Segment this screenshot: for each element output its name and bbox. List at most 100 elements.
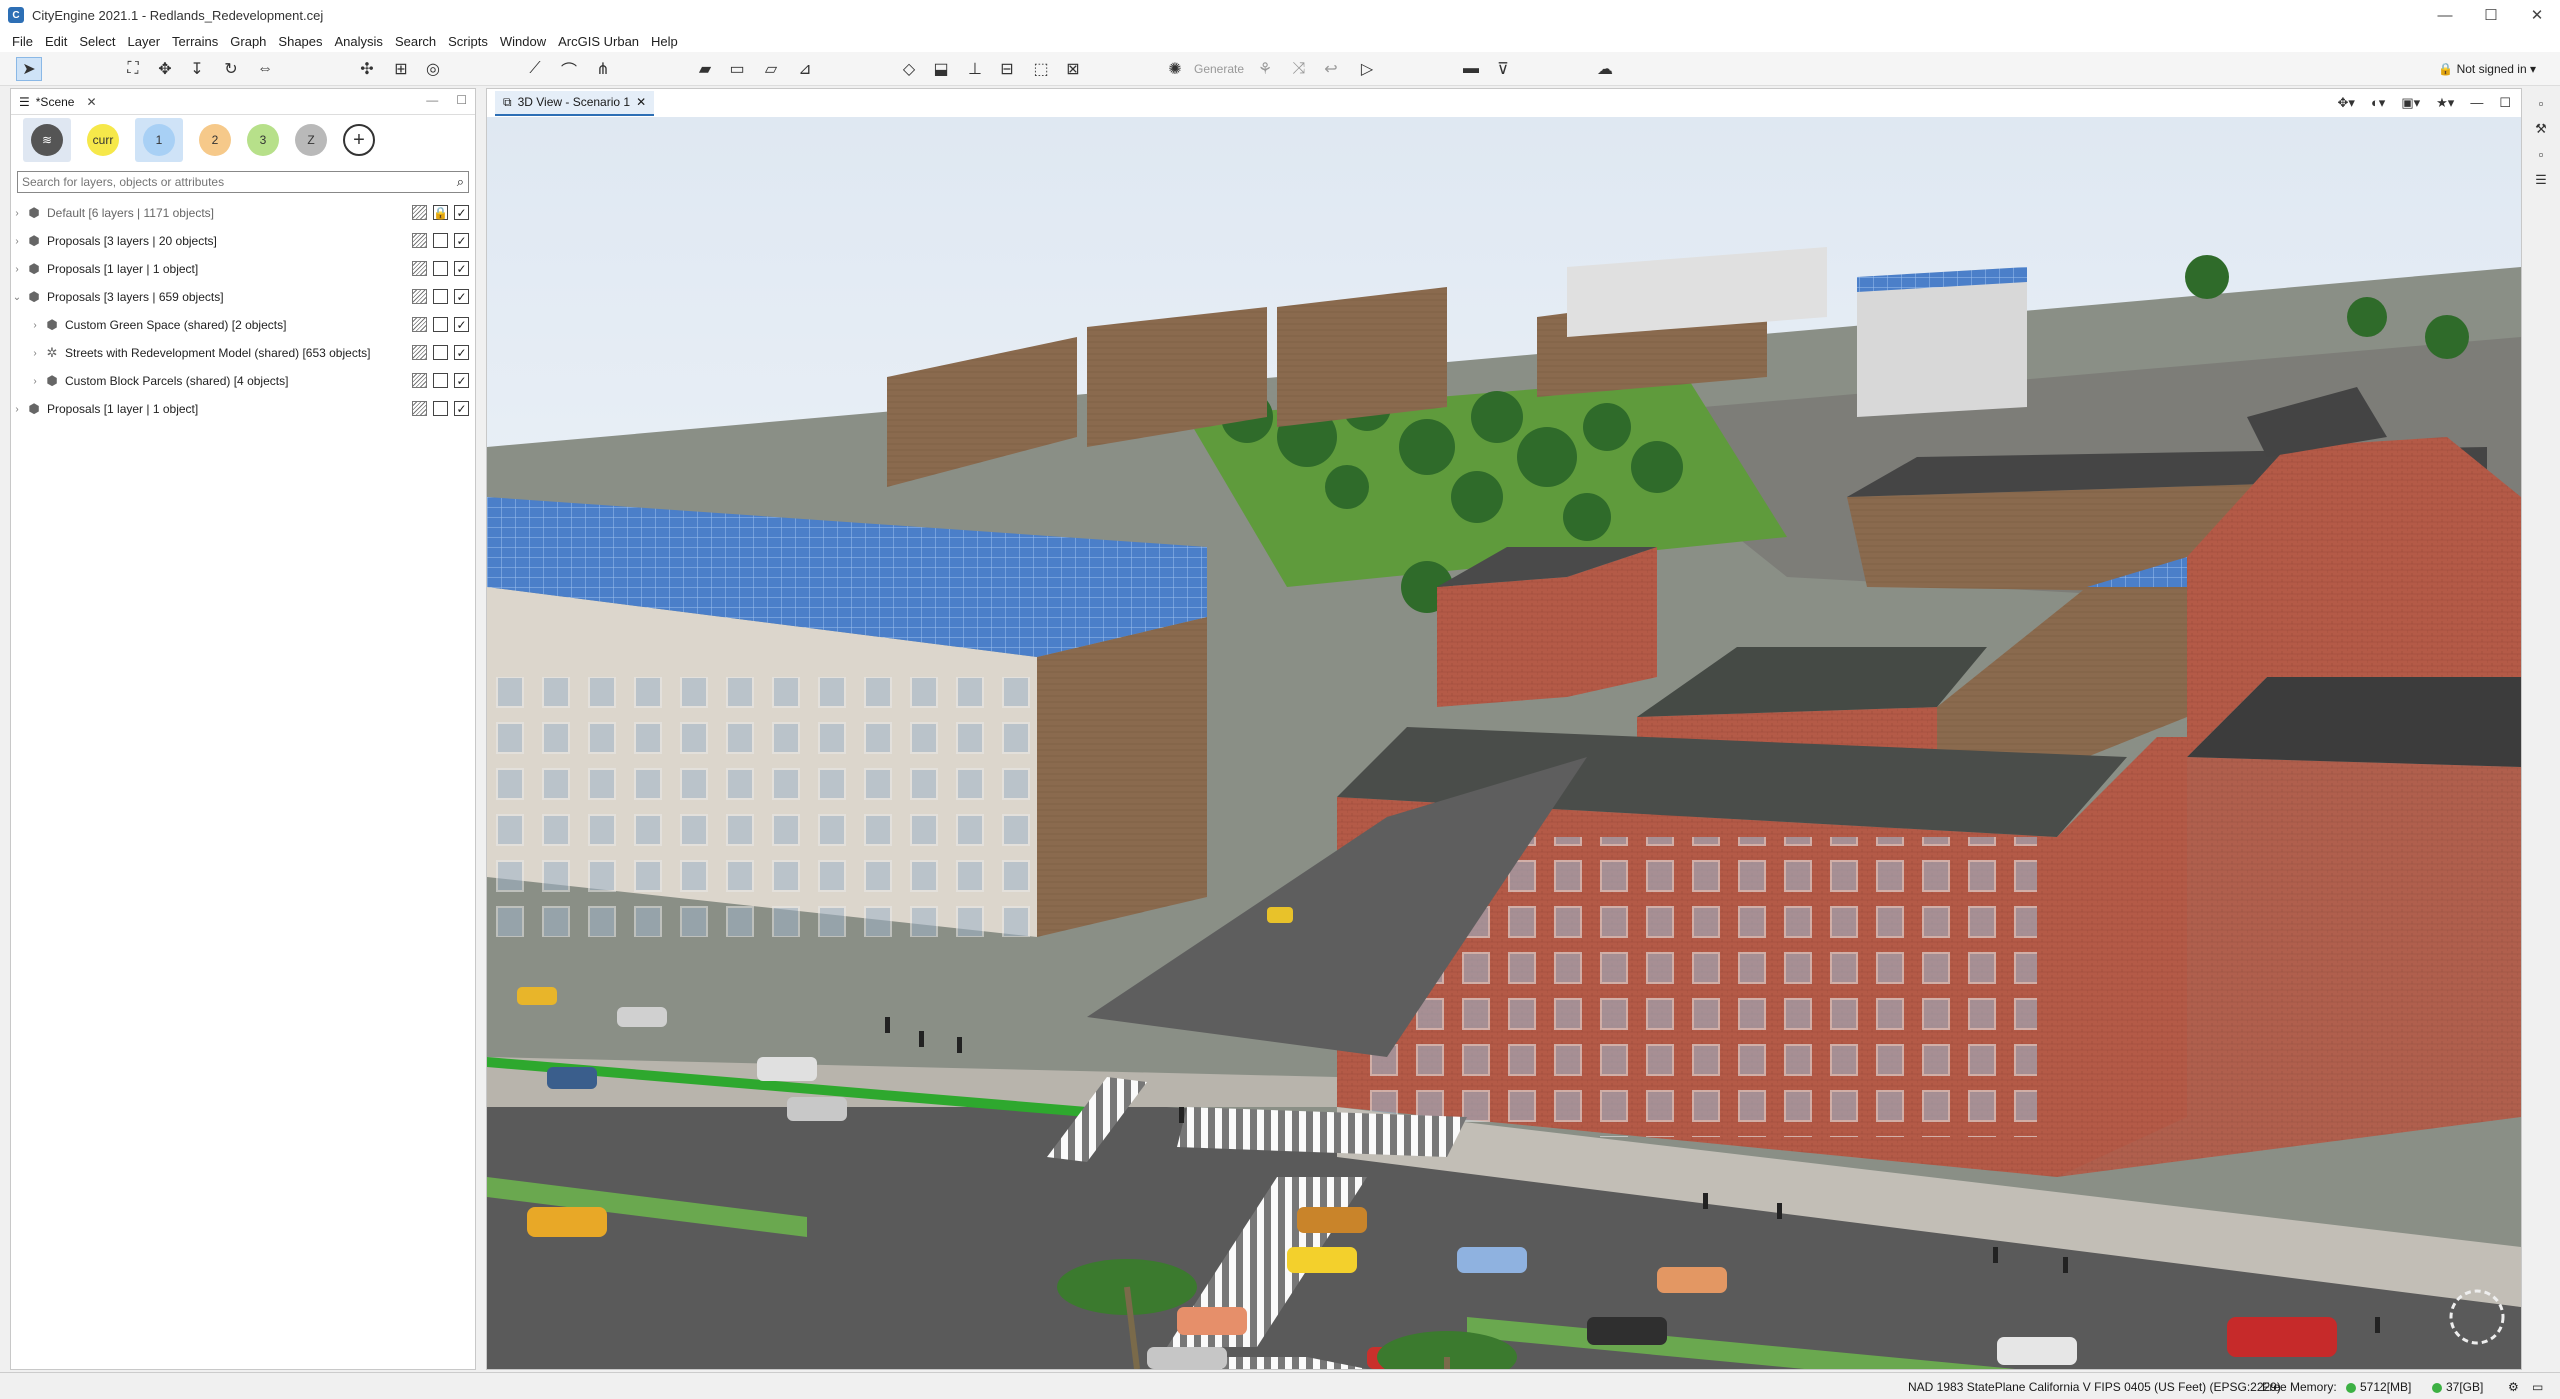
menu-edit[interactable]: Edit (39, 34, 73, 49)
menu-analysis[interactable]: Analysis (329, 34, 389, 49)
bookmarks-icon[interactable]: ★▾ (2436, 95, 2454, 111)
scenario-layers-toggle[interactable]: ≋ (23, 118, 71, 162)
scenario-2[interactable]: 2 (199, 124, 231, 156)
shape-push-icon[interactable]: ⬓ (928, 57, 954, 81)
expand-arrow-icon[interactable]: › (11, 404, 23, 415)
close-tab-icon[interactable]: ✕ (636, 95, 646, 109)
grow-streets-icon[interactable]: ⋔ (590, 57, 616, 81)
shape-subdivide-icon[interactable]: ⊠ (1060, 57, 1086, 81)
maximize-button[interactable]: ☐ (2468, 0, 2514, 30)
polygon-shape-icon[interactable]: ▰ (692, 57, 718, 81)
restore-panel-icon[interactable]: ▫ (2539, 96, 2544, 111)
visibility-checkbox[interactable]: ✓ (454, 289, 469, 304)
menu-layer[interactable]: Layer (122, 34, 167, 49)
hatch-icon[interactable] (412, 401, 427, 416)
update-seed-icon[interactable]: ⚘ (1252, 57, 1278, 81)
generate-label[interactable]: Generate (1194, 62, 1244, 76)
polygon-street-icon[interactable]: ⌒ (556, 57, 582, 81)
lock-checkbox[interactable] (433, 317, 448, 332)
orbit-icon[interactable]: ◎ (420, 57, 446, 81)
shape-cleanup-icon[interactable]: ⊟ (994, 57, 1020, 81)
scale-icon[interactable]: ⇔ (252, 57, 278, 81)
lock-checkbox[interactable] (433, 373, 448, 388)
status-window-icon[interactable]: ▭ (2532, 1380, 2543, 1394)
expand-arrow-icon[interactable]: › (29, 348, 41, 359)
menu-select[interactable]: Select (73, 34, 121, 49)
shape-offset-icon[interactable]: ⬚ (1028, 57, 1054, 81)
visibility-checkbox[interactable]: ✓ (454, 261, 469, 276)
minimize-view-icon[interactable]: — (2470, 95, 2483, 111)
random-seed-icon[interactable]: ⤨ (1286, 57, 1312, 81)
move-icon[interactable]: ✥ (152, 57, 178, 81)
frame-selection-icon[interactable]: ⛶ (120, 57, 146, 81)
measure-icon[interactable]: ▬ (1458, 57, 1484, 81)
hatch-icon[interactable] (412, 233, 427, 248)
close-button[interactable]: ✕ (2514, 0, 2560, 30)
menu-arcgis-urban[interactable]: ArcGIS Urban (552, 34, 645, 49)
minimize-panel-icon[interactable]: — (426, 93, 438, 107)
scenario-curr[interactable]: curr (87, 124, 119, 156)
select-tool-icon[interactable]: ➤ (16, 57, 42, 81)
menu-terrains[interactable]: Terrains (166, 34, 224, 49)
layer-search-input[interactable] (22, 175, 432, 189)
lock-checkbox[interactable] (433, 289, 448, 304)
hatch-icon[interactable] (412, 373, 427, 388)
lock-checkbox[interactable] (433, 401, 448, 416)
layer-row-default[interactable]: › ⬢ Default [6 layers | 1171 objects] 🔒 ✓ (11, 199, 475, 227)
minimize-button[interactable]: — (2422, 0, 2468, 30)
close-tab-icon[interactable]: ✕ (86, 95, 96, 109)
expand-arrow-icon[interactable]: › (11, 208, 23, 219)
collapse-arrow-icon[interactable]: ⌄ (11, 292, 23, 303)
reset-attributes-icon[interactable]: ↩ (1318, 57, 1344, 81)
menu-help[interactable]: Help (645, 34, 684, 49)
pan-icon[interactable]: ✣ (354, 57, 380, 81)
layer-row[interactable]: › ⬢ Proposals [3 layers | 20 objects] ✓ (11, 227, 475, 255)
hatch-icon[interactable] (412, 261, 427, 276)
expand-arrow-icon[interactable]: › (11, 236, 23, 247)
shape-extrude-icon[interactable]: ◇ (896, 57, 922, 81)
generate-icon[interactable]: ✺ (1162, 57, 1188, 81)
expand-arrow-icon[interactable]: › (11, 264, 23, 275)
sublayer-row[interactable]: › ⬢ Custom Block Parcels (shared) [4 obj… (11, 367, 475, 395)
menu-graph[interactable]: Graph (224, 34, 272, 49)
restore-panel-icon-2[interactable]: ▫ (2539, 147, 2544, 162)
scene-tab[interactable]: ☰ *Scene ✕ (19, 95, 97, 109)
scenario-1[interactable]: 1 (143, 124, 175, 156)
viewport-tab[interactable]: ⧉ 3D View - Scenario 1 ✕ (495, 90, 655, 116)
maximize-panel-icon[interactable]: ☐ (456, 93, 467, 107)
circle-shape-icon[interactable]: ▱ (758, 57, 784, 81)
zoom-icon[interactable]: ⊞ (388, 57, 414, 81)
light-settings-icon[interactable]: ☁ (1592, 57, 1618, 81)
camera-navigation-icon[interactable]: ✥▾ (2338, 95, 2355, 111)
lock-checkbox[interactable] (433, 345, 448, 360)
rectangle-shape-icon[interactable]: ▭ (724, 57, 750, 81)
drop-to-terrain-icon[interactable]: ↧ (184, 57, 210, 81)
visibility-checkbox[interactable]: ✓ (454, 205, 469, 220)
visibility-checkbox[interactable]: ✓ (454, 345, 469, 360)
hatch-icon[interactable] (412, 289, 427, 304)
edit-shape-icon[interactable]: ⊿ (792, 57, 818, 81)
maximize-view-icon[interactable]: ☐ (2499, 95, 2511, 111)
visibility-checkbox[interactable]: ✓ (454, 317, 469, 332)
visibility-checkbox[interactable]: ✓ (454, 233, 469, 248)
shape-split-icon[interactable]: ⊥ (962, 57, 988, 81)
visibility-checkbox[interactable]: ✓ (454, 401, 469, 416)
menu-window[interactable]: Window (494, 34, 552, 49)
menu-shapes[interactable]: Shapes (272, 34, 328, 49)
menu-search[interactable]: Search (389, 34, 442, 49)
lock-checkbox[interactable] (433, 261, 448, 276)
visibility-checkbox[interactable]: ✓ (454, 373, 469, 388)
expand-arrow-icon[interactable]: › (29, 320, 41, 331)
3d-viewport[interactable] (487, 117, 2521, 1369)
sublayer-row[interactable]: › ⬢ Custom Green Space (shared) [2 objec… (11, 311, 475, 339)
lock-checkbox[interactable] (433, 233, 448, 248)
layer-row-expanded[interactable]: ⌄ ⬢ Proposals [3 layers | 659 objects] ✓ (11, 283, 475, 311)
status-tool-icon[interactable]: ⚙ (2508, 1380, 2519, 1394)
layer-row[interactable]: › ⬢ Proposals [1 layer | 1 object] ✓ (11, 395, 475, 423)
camera-icon[interactable]: ▣▾ (2401, 95, 2420, 111)
select-next-icon[interactable]: ▷ (1354, 57, 1380, 81)
hatch-icon[interactable] (412, 317, 427, 332)
expand-arrow-icon[interactable]: › (29, 376, 41, 387)
hatch-icon[interactable] (412, 205, 427, 220)
lock-checkbox[interactable]: 🔒 (433, 205, 448, 220)
